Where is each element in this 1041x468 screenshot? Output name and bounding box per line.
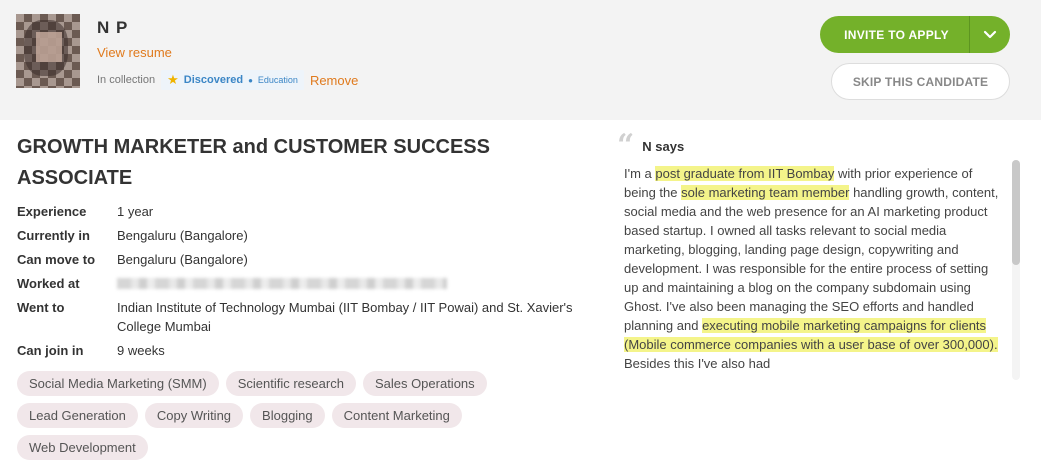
candidate-header: N P View resume In collection ★ Discover…	[0, 0, 1041, 120]
fact-worked-at: Worked at	[17, 274, 607, 293]
fact-label: Can join in	[17, 343, 84, 358]
summary-highlight: sole marketing team member	[681, 185, 850, 200]
collection-row: In collection ★ Discovered ● Education R…	[97, 70, 358, 90]
invite-to-apply-button[interactable]: INVITE TO APPLY	[820, 16, 1010, 53]
skill-tag: Sales Operations	[362, 371, 487, 396]
fact-relocation: Can move to Bengaluru (Bangalore)	[17, 250, 607, 269]
skill-tag: Web Development	[17, 435, 148, 460]
scrollbar-thumb[interactable]	[1012, 160, 1020, 265]
fact-value: 9 weeks	[117, 343, 165, 358]
skill-tag: Blogging	[250, 403, 325, 428]
fact-value: Bengaluru (Bangalore)	[117, 228, 248, 243]
fact-label: Experience	[17, 204, 87, 219]
summary-highlight: post graduate from IIT Bombay	[655, 166, 835, 181]
skip-candidate-button[interactable]: SKIP THIS CANDIDATE	[831, 63, 1010, 100]
summary-heading: “ N says	[617, 128, 685, 163]
collection-tag-sub: Education	[257, 75, 298, 85]
fact-label: Worked at	[17, 276, 80, 291]
invite-label[interactable]: INVITE TO APPLY	[820, 16, 969, 53]
fact-label: Went to	[17, 300, 65, 315]
fact-value: Bengaluru (Bangalore)	[117, 252, 248, 267]
summary-heading-label: N says	[642, 138, 685, 154]
fact-education: Went to Indian Institute of Technology M…	[17, 298, 607, 336]
avatar	[16, 14, 80, 88]
fact-current-location: Currently in Bengaluru (Bangalore)	[17, 226, 607, 245]
fact-value: Indian Institute of Technology Mumbai (I…	[117, 300, 573, 334]
collection-prefix: In collection	[97, 74, 156, 86]
job-title: GROWTH MARKETER and CUSTOMER SUCCESS ASS…	[17, 136, 490, 189]
avatar-face	[36, 32, 62, 62]
skill-tag: Scientific research	[225, 371, 356, 396]
collection-tag[interactable]: ★ Discovered ● Education	[161, 70, 304, 90]
redacted-employers	[117, 278, 447, 289]
summary-scrollbar[interactable]	[1012, 160, 1020, 380]
candidate-name: N P	[97, 18, 129, 37]
summary-text: handling growth, content, social media a…	[624, 185, 999, 333]
star-icon: ★	[167, 72, 179, 87]
summary-text: I'm a	[624, 166, 656, 181]
skill-tag: Content Marketing	[331, 403, 462, 428]
skill-tag: Copy Writing	[144, 403, 244, 428]
collection-tag-label: Discovered	[183, 74, 244, 86]
quote-icon: “	[617, 128, 635, 163]
skill-tags: Social Media Marketing (SMM) Scientific …	[17, 371, 597, 467]
fact-notice-period: Can join in 9 weeks	[17, 341, 607, 360]
fact-label: Currently in	[17, 228, 90, 243]
candidate-summary: I'm a post graduate from IIT Bombay with…	[624, 164, 1004, 379]
skill-tag: Lead Generation	[17, 403, 138, 428]
candidate-facts: Experience 1 year Currently in Bengaluru…	[17, 202, 607, 365]
fact-experience: Experience 1 year	[17, 202, 607, 221]
remove-link[interactable]: Remove	[310, 73, 358, 88]
skill-tag: Social Media Marketing (SMM)	[17, 371, 219, 396]
fact-value: 1 year	[117, 204, 154, 219]
separator-dot: ●	[248, 75, 253, 85]
fact-label: Can move to	[17, 252, 96, 267]
chevron-down-icon[interactable]	[970, 16, 1010, 53]
view-resume-link[interactable]: View resume	[97, 45, 172, 60]
summary-text: Besides this I've also had	[624, 356, 771, 371]
